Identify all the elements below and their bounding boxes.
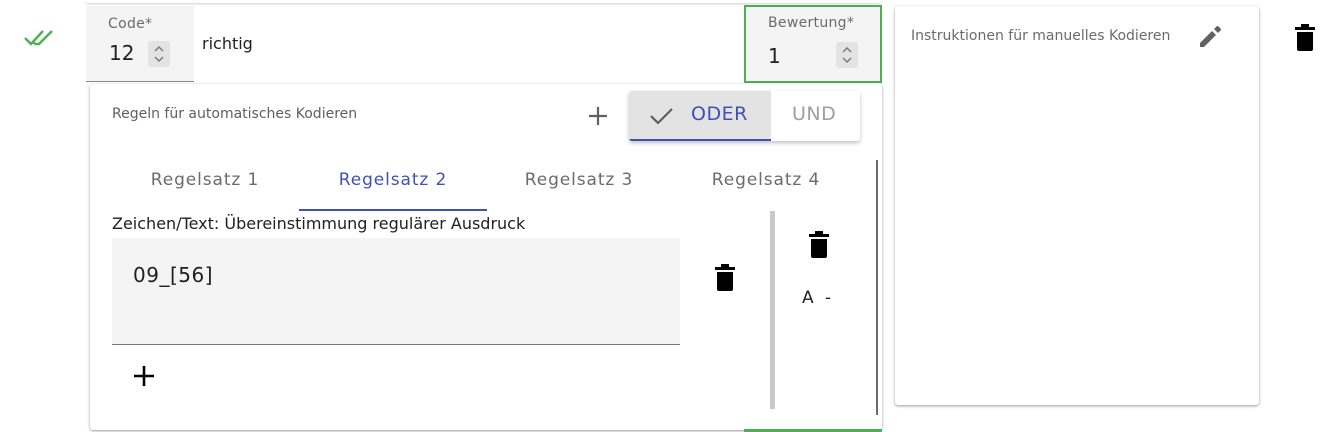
regex-input[interactable]: 09_[56] (112, 238, 680, 345)
ruleset-divider (770, 211, 775, 409)
operator-toggle-group: ODER UND (629, 91, 860, 141)
top-card-edge (86, 0, 880, 3)
tab-regelsatz-3[interactable]: Regelsatz 3 (485, 169, 673, 211)
vertical-scrollbar[interactable] (876, 160, 878, 415)
instructions-card: Instruktionen für manuelles Kodieren (895, 6, 1259, 405)
regex-value[interactable]: 09_[56] (133, 263, 213, 287)
code-title[interactable]: richtig (202, 34, 253, 53)
toggle-oder-label: ODER (691, 103, 748, 125)
double-check-icon (24, 26, 56, 48)
delete-condition-icon[interactable] (714, 264, 736, 292)
instructions-label: Instruktionen für manuelles Kodieren (911, 28, 1171, 44)
toggle-oder[interactable]: ODER (629, 91, 771, 141)
score-value[interactable]: 1 (768, 44, 781, 68)
code-field[interactable]: Code* 12 (86, 6, 194, 82)
active-tab-indicator (299, 209, 487, 211)
check-icon (650, 108, 673, 125)
code-label: Code* (108, 16, 153, 32)
code-value[interactable]: 12 (109, 41, 134, 65)
tab-regelsatz-1[interactable]: Regelsatz 1 (111, 169, 299, 211)
condition-label: Zeichen/Text: Übereinstimmung regulärer … (112, 214, 526, 233)
tab-regelsatz-2[interactable]: Regelsatz 2 (299, 169, 487, 211)
score-label: Bewertung* (768, 15, 855, 31)
ruleset-badge: A - (802, 288, 835, 308)
add-condition-icon[interactable] (133, 365, 155, 387)
tab-regelsatz-4[interactable]: Regelsatz 4 (672, 169, 860, 211)
delete-ruleset-icon[interactable] (808, 231, 830, 259)
rules-header: Regeln für automatisches Kodieren (112, 106, 358, 122)
pencil-icon[interactable] (1197, 24, 1223, 50)
stepper-arrows-icon (154, 45, 164, 63)
add-rule-icon[interactable] (587, 105, 609, 127)
score-field[interactable]: Bewertung* 1 (744, 5, 882, 83)
stepper-arrows-icon (842, 46, 852, 64)
score-stepper[interactable] (836, 42, 858, 68)
delete-code-icon[interactable] (1294, 24, 1316, 52)
rules-card: Regeln für automatisches Kodieren ODER U… (90, 84, 882, 430)
toggle-und[interactable]: UND (771, 91, 860, 141)
toggle-und-label: UND (792, 103, 837, 125)
code-stepper[interactable] (148, 41, 170, 67)
